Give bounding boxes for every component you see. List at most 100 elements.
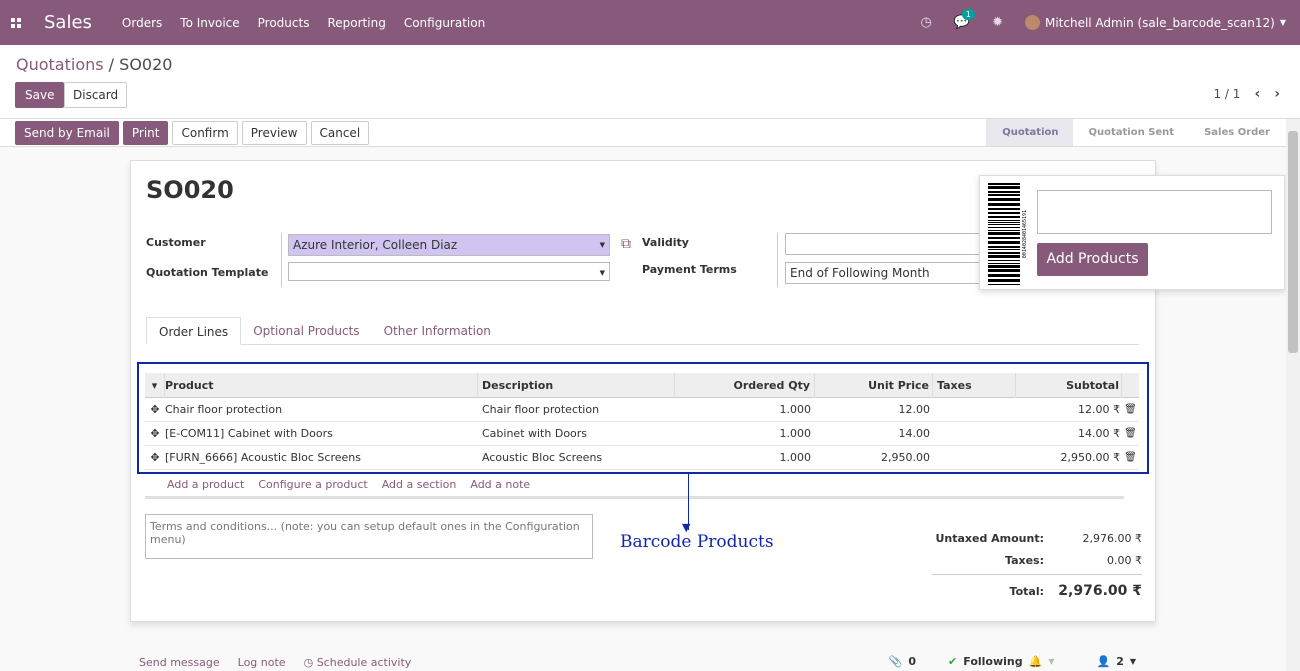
trash-icon[interactable]: 🗑	[1122, 428, 1139, 439]
bell-icon[interactable]: 🔔	[1029, 655, 1043, 668]
avatar[interactable]	[1024, 15, 1040, 30]
chevron-down-icon[interactable]: ▼	[600, 235, 605, 255]
table-row[interactable]: ✥ Chair floor protection Chair floor pro…	[145, 398, 1139, 422]
header-product[interactable]: Product	[165, 372, 478, 398]
cell-product[interactable]: [E-COM11] Cabinet with Doors	[165, 427, 478, 440]
barcode-bars	[988, 183, 1020, 285]
add-product-link[interactable]: Add a product	[167, 478, 244, 491]
table-row[interactable]: ✥ [FURN_6666] Acoustic Bloc Screens Acou…	[145, 446, 1139, 470]
add-note-link[interactable]: Add a note	[470, 478, 530, 491]
header-taxes[interactable]: Taxes	[933, 372, 1016, 398]
user-caret-icon[interactable]: ▼	[1280, 18, 1286, 27]
configure-product-link[interactable]: Configure a product	[258, 478, 367, 491]
debug-bug-icon[interactable]: ✹	[992, 15, 1003, 30]
caret-icon[interactable]: ▼	[1048, 657, 1054, 666]
followers-icon[interactable]: 👤	[1096, 655, 1110, 668]
followers-count[interactable]: 2	[1116, 655, 1124, 668]
discard-button[interactable]: Discard	[64, 82, 128, 108]
payment-terms-select[interactable]: End of Following Month	[785, 262, 985, 284]
confirm-button[interactable]: Confirm	[172, 121, 238, 145]
followers-caret-icon[interactable]: ▼	[1130, 657, 1136, 666]
field-separator	[777, 233, 778, 287]
schedule-activity-button[interactable]: ◷ Schedule activity	[304, 656, 412, 669]
chevron-down-icon[interactable]: ▼	[600, 263, 605, 283]
sort-caret-icon[interactable]: ▾	[145, 372, 165, 398]
header-description[interactable]: Description	[478, 372, 675, 398]
print-button[interactable]: Print	[122, 121, 169, 145]
quotation-template-select[interactable]: ▼	[288, 262, 610, 281]
messages-icon[interactable]: 💬 1	[954, 9, 975, 30]
app-brand[interactable]: Sales	[44, 12, 92, 33]
field-separator	[281, 233, 282, 287]
drag-handle-icon[interactable]: ✥	[145, 403, 165, 416]
cell-qty[interactable]: 1.000	[675, 451, 815, 464]
barcode-image: 0014028401465191	[984, 179, 1032, 289]
breadcrumb-quotations[interactable]: Quotations	[16, 55, 104, 74]
check-icon: ✔	[948, 655, 958, 668]
tab-optional-products[interactable]: Optional Products	[241, 317, 371, 344]
drag-handle-icon[interactable]: ✥	[145, 427, 165, 440]
paperclip-icon[interactable]: 📎	[889, 655, 903, 668]
tab-other-information[interactable]: Other Information	[372, 317, 503, 344]
cell-description[interactable]: Acoustic Bloc Screens	[478, 451, 675, 464]
barcode-bar	[988, 216, 1020, 218]
cell-subtotal: 14.00 ₹	[1078, 427, 1120, 440]
tab-order-lines[interactable]: Order Lines	[146, 317, 242, 345]
customer-label: Customer	[146, 236, 206, 249]
menu-products[interactable]: Products	[258, 16, 310, 30]
header-subtotal[interactable]: Subtotal	[1016, 372, 1122, 398]
save-button[interactable]: Save	[15, 82, 65, 108]
cell-description[interactable]: Cabinet with Doors	[478, 427, 675, 440]
scrollbar-thumb[interactable]	[1288, 131, 1298, 353]
pager-next-icon[interactable]: ›	[1274, 86, 1280, 102]
barcode-bar	[988, 224, 1020, 225]
menu-to-invoice[interactable]: To Invoice	[180, 16, 239, 30]
send-message-button[interactable]: Send message	[139, 656, 220, 669]
cancel-button[interactable]: Cancel	[310, 121, 370, 145]
log-note-button[interactable]: Log note	[238, 656, 286, 669]
menu-configuration[interactable]: Configuration	[404, 16, 485, 30]
barcode-digits: 0014028401465191	[1022, 210, 1028, 258]
header-ordered-qty[interactable]: Ordered Qty	[675, 372, 815, 398]
pager-value[interactable]: 1 / 1	[1213, 87, 1240, 101]
cell-description[interactable]: Chair floor protection	[478, 403, 675, 416]
barcode-bar	[988, 252, 1020, 254]
cell-price[interactable]: 12.00	[815, 403, 933, 416]
following-button[interactable]: Following	[963, 655, 1022, 668]
pager-previous-icon[interactable]: ‹	[1254, 86, 1260, 102]
add-section-link[interactable]: Add a section	[382, 478, 457, 491]
menu-reporting[interactable]: Reporting	[327, 16, 385, 30]
menu-orders[interactable]: Orders	[122, 16, 162, 30]
preview-button[interactable]: Preview	[241, 121, 307, 145]
cell-price[interactable]: 2,950.00	[815, 451, 933, 464]
send-by-email-button[interactable]: Send by Email	[15, 121, 119, 145]
cell-qty[interactable]: 1.000	[675, 403, 815, 416]
barcode-bar	[988, 208, 1020, 210]
user-menu[interactable]: Mitchell Admin (sale_barcode_scan12)	[1045, 16, 1275, 30]
terms-and-conditions-field[interactable]: Terms and conditions... (note: you can s…	[145, 514, 593, 559]
drag-handle-icon[interactable]: ✥	[145, 451, 165, 464]
cell-product[interactable]: Chair floor protection	[165, 403, 478, 416]
header-unit-price[interactable]: Unit Price	[815, 372, 933, 398]
barcode-bar	[988, 260, 1020, 261]
trash-icon[interactable]: 🗑	[1122, 452, 1139, 463]
barcode-bar	[988, 255, 1020, 258]
barcode-bar	[988, 274, 1020, 277]
cell-product[interactable]: [FURN_6666] Acoustic Bloc Screens	[165, 451, 478, 464]
cell-subtotal: 12.00 ₹	[1078, 403, 1120, 416]
barcode-bar	[988, 237, 1020, 239]
barcode-input[interactable]	[1037, 190, 1272, 234]
apps-menu-icon[interactable]	[1, 0, 31, 45]
customer-select[interactable]: Azure Interior, Colleen Diaz ▼	[288, 234, 610, 256]
add-products-button[interactable]: Add Products	[1037, 243, 1148, 276]
cell-qty[interactable]: 1.000	[675, 427, 815, 440]
activity-clock-icon[interactable]: ◷	[921, 15, 932, 30]
cell-price[interactable]: 14.00	[815, 427, 933, 440]
external-link-icon[interactable]: ⧉	[621, 236, 636, 252]
attachments-count[interactable]: 0	[908, 655, 916, 668]
table-scrollbar[interactable]	[145, 496, 1124, 499]
table-row[interactable]: ✥ [E-COM11] Cabinet with Doors Cabinet w…	[145, 422, 1139, 446]
trash-icon[interactable]: 🗑	[1122, 404, 1139, 415]
page-scrollbar[interactable]	[1286, 119, 1300, 671]
validity-date-input[interactable]	[785, 233, 985, 255]
